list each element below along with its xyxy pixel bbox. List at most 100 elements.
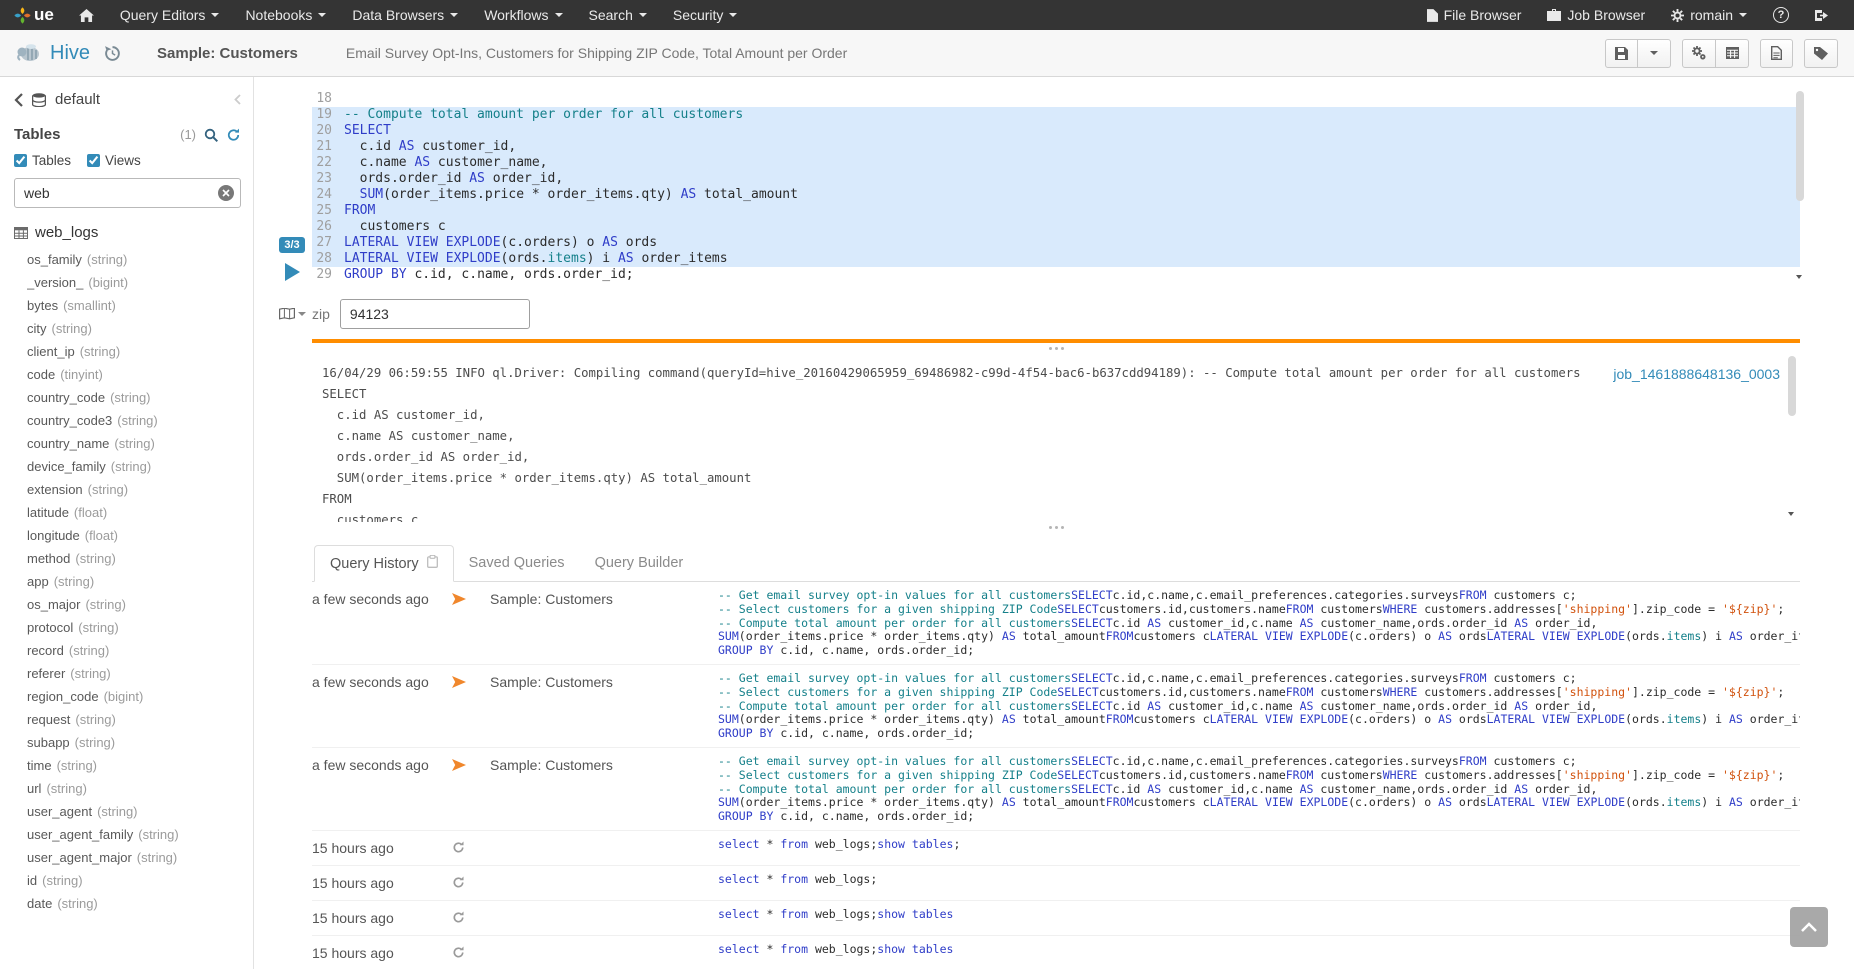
- scrollbar-thumb[interactable]: [1788, 356, 1796, 416]
- filter-tables-checkbox[interactable]: Tables: [14, 153, 71, 168]
- column-item[interactable]: method(string): [27, 547, 241, 570]
- column-item[interactable]: record(string): [27, 639, 241, 662]
- save-options-button[interactable]: [1638, 39, 1671, 68]
- history-row[interactable]: 15 hours agoselect * from web_logs;show …: [312, 936, 1800, 969]
- menu-notebooks[interactable]: Notebooks: [232, 0, 339, 30]
- history-row[interactable]: a few seconds agoSample: Customers-- Get…: [312, 582, 1800, 665]
- column-item[interactable]: referer(string): [27, 662, 241, 685]
- editor-line[interactable]: 20SELECT: [312, 123, 1800, 139]
- menu-workflows[interactable]: Workflows: [471, 0, 575, 30]
- menu-data-browsers[interactable]: Data Browsers: [339, 0, 471, 30]
- log-panel[interactable]: 16/04/29 06:59:55 INFO ql.Driver: Compil…: [312, 354, 1800, 522]
- variable-zip-input[interactable]: [340, 299, 530, 329]
- query-history-button[interactable]: [104, 45, 121, 62]
- collapse-sidebar-button[interactable]: [234, 94, 241, 105]
- query-title[interactable]: Sample: Customers: [157, 45, 298, 62]
- column-item[interactable]: country_name(string): [27, 432, 241, 455]
- column-item[interactable]: region_code(bigint): [27, 685, 241, 708]
- scroll-down-button[interactable]: [1793, 271, 1804, 283]
- editor-line[interactable]: 18: [312, 91, 1800, 107]
- scrollbar-thumb[interactable]: [1796, 91, 1804, 201]
- resize-handle[interactable]: [312, 522, 1800, 533]
- column-item[interactable]: code(tinyint): [27, 363, 241, 386]
- column-item[interactable]: user_agent_family(string): [27, 823, 241, 846]
- column-item[interactable]: extension(string): [27, 478, 241, 501]
- menu-query-editors[interactable]: Query Editors: [107, 0, 233, 30]
- user-menu[interactable]: romain: [1658, 0, 1760, 30]
- views-checkbox-input[interactable]: [87, 154, 100, 167]
- filter-views-checkbox[interactable]: Views: [87, 153, 141, 168]
- editor-line[interactable]: 26 customers c: [312, 219, 1800, 235]
- column-item[interactable]: client_ip(string): [27, 340, 241, 363]
- editor-line[interactable]: 19-- Compute total amount per order for …: [312, 107, 1800, 123]
- hive-app[interactable]: Hive: [16, 42, 90, 65]
- tab-saved-queries[interactable]: Saved Queries: [454, 545, 580, 581]
- column-item[interactable]: os_major(string): [27, 593, 241, 616]
- column-item[interactable]: request(string): [27, 708, 241, 731]
- job-link[interactable]: job_1461888648136_0003: [1613, 366, 1780, 382]
- sign-out-button[interactable]: [1802, 0, 1842, 30]
- column-item[interactable]: os_family(string): [27, 248, 241, 271]
- column-item[interactable]: _version_(bigint): [27, 271, 241, 294]
- editor-line[interactable]: 29GROUP BY c.id, c.name, ords.order_id;: [312, 267, 1800, 283]
- schedule-button[interactable]: [1716, 39, 1749, 68]
- column-item[interactable]: longitude(float): [27, 524, 241, 547]
- column-item[interactable]: time(string): [27, 754, 241, 777]
- refresh-icon[interactable]: [226, 128, 241, 142]
- log-scrollbar[interactable]: [1785, 356, 1796, 520]
- column-item[interactable]: latitude(float): [27, 501, 241, 524]
- column-item[interactable]: app(string): [27, 570, 241, 593]
- table-item-web-logs[interactable]: web_logs: [14, 224, 241, 241]
- history-row[interactable]: 15 hours agoselect * from web_logs;: [312, 866, 1800, 901]
- file-browser-link[interactable]: File Browser: [1414, 0, 1535, 30]
- history-row[interactable]: a few seconds agoSample: Customers-- Get…: [312, 748, 1800, 831]
- column-item[interactable]: city(string): [27, 317, 241, 340]
- scroll-top-button[interactable]: [1790, 907, 1828, 947]
- column-item[interactable]: user_agent(string): [27, 800, 241, 823]
- column-item[interactable]: device_family(string): [27, 455, 241, 478]
- editor-line[interactable]: 24 SUM(order_items.price * order_items.q…: [312, 187, 1800, 203]
- resize-handle[interactable]: [312, 343, 1800, 354]
- help-button[interactable]: [1760, 0, 1802, 30]
- tables-checkbox-input[interactable]: [14, 154, 27, 167]
- column-item[interactable]: id(string): [27, 869, 241, 892]
- editor-scrollbar[interactable]: [1793, 91, 1804, 283]
- table-search-input[interactable]: [14, 178, 241, 208]
- editor-line[interactable]: 28LATERAL VIEW EXPLODE(ords.items) i AS …: [312, 251, 1800, 267]
- editor-line[interactable]: 22 c.name AS customer_name,: [312, 155, 1800, 171]
- job-browser-link[interactable]: Job Browser: [1534, 0, 1658, 30]
- editor-line[interactable]: 21 c.id AS customer_id,: [312, 139, 1800, 155]
- column-item[interactable]: user_agent_major(string): [27, 846, 241, 869]
- back-chevron-icon[interactable]: [14, 93, 23, 107]
- search-icon[interactable]: [204, 128, 218, 142]
- home-button[interactable]: [66, 0, 107, 30]
- save-button[interactable]: [1605, 39, 1638, 68]
- history-row[interactable]: 15 hours agoselect * from web_logs;show …: [312, 901, 1800, 936]
- editor-line[interactable]: 25FROM: [312, 203, 1800, 219]
- snippet-type-button[interactable]: [272, 308, 312, 320]
- menu-search[interactable]: Search: [576, 0, 660, 30]
- column-item[interactable]: country_code3(string): [27, 409, 241, 432]
- editor-line[interactable]: 27LATERAL VIEW EXPLODE(c.orders) o AS or…: [312, 235, 1800, 251]
- format-document-button[interactable]: [1760, 39, 1793, 68]
- database-name[interactable]: default: [55, 91, 100, 108]
- menu-security[interactable]: Security: [660, 0, 751, 30]
- clear-search-button[interactable]: [218, 185, 234, 201]
- sql-editor[interactable]: 1819-- Compute total amount per order fo…: [312, 91, 1800, 283]
- tab-query-history[interactable]: Query History: [314, 545, 454, 582]
- tags-button[interactable]: [1804, 39, 1838, 68]
- column-item[interactable]: bytes(smallint): [27, 294, 241, 317]
- column-item[interactable]: url(string): [27, 777, 241, 800]
- query-settings-button[interactable]: [1682, 39, 1716, 68]
- column-item[interactable]: country_code(string): [27, 386, 241, 409]
- scroll-down-button[interactable]: [1785, 508, 1796, 520]
- execute-button[interactable]: [285, 263, 300, 281]
- hue-logo[interactable]: ue: [12, 0, 66, 30]
- editor-line[interactable]: 23 ords.order_id AS order_id,: [312, 171, 1800, 187]
- column-item[interactable]: protocol(string): [27, 616, 241, 639]
- tab-query-builder[interactable]: Query Builder: [580, 545, 699, 581]
- history-row[interactable]: a few seconds agoSample: Customers-- Get…: [312, 665, 1800, 748]
- column-item[interactable]: date(string): [27, 892, 241, 915]
- history-row[interactable]: 15 hours agoselect * from web_logs;show …: [312, 831, 1800, 866]
- column-item[interactable]: subapp(string): [27, 731, 241, 754]
